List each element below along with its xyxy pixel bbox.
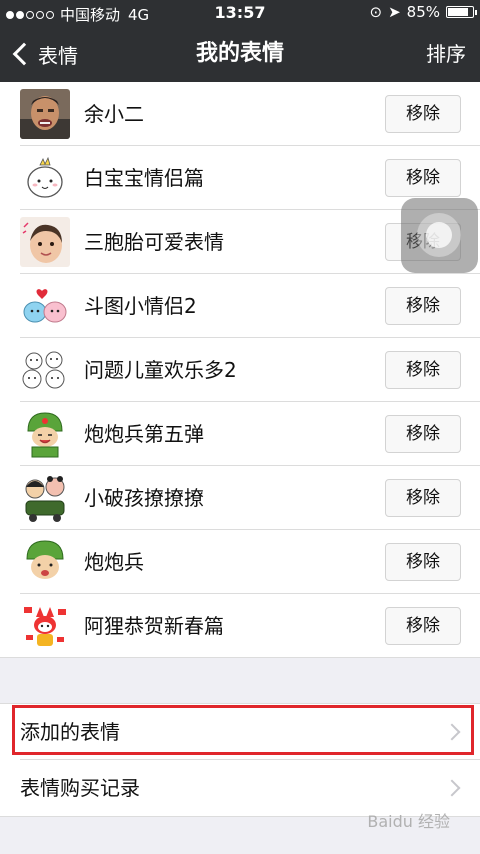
emoji-pack-name: 阿狸恭贺新春篇 [84,614,224,638]
remove-button[interactable]: 移除 [385,287,461,325]
location-icon: ➤ [388,3,401,21]
highlight-box [12,705,474,755]
emoji-pack-list: 余小二 移除 白宝宝情侣篇 移除 三胞胎可爱表情 斗图小情侣2 移除 问题儿童欢… [0,82,480,658]
emoji-pack-thumbnail [20,153,70,203]
remove-button[interactable]: 移除 [385,95,461,133]
rotation-lock-icon: ⊙ [369,3,383,21]
emoji-pack-thumbnail [20,89,70,139]
emoji-pack-row: 斗图小情侣2 移除 [0,274,480,338]
remove-button[interactable]: 移除 [385,543,461,581]
emoji-pack-thumbnail [20,473,70,523]
emoji-pack-name: 小破孩撩撩撩 [84,486,204,510]
emoji-pack-name: 问题儿童欢乐多2 [84,358,237,382]
purchase-history-label: 表情购买记录 [20,776,140,800]
emoji-pack-row: 炮炮兵第五弹 移除 [0,402,480,466]
remove-button[interactable]: 移除 [385,479,461,517]
emoji-pack-thumbnail [20,345,70,395]
emoji-pack-row: 炮炮兵 移除 [0,530,480,594]
sort-button[interactable]: 排序 [426,26,466,82]
navigation-bar: 表情 我的表情 排序 [0,26,480,82]
remove-button[interactable]: 移除 [385,415,461,453]
status-bar: 中国移动 4G 13:57 ⊙ ➤ 85% [0,0,480,26]
emoji-pack-name: 炮炮兵 [84,550,144,574]
page-title: 我的表情 [195,41,284,66]
remove-button[interactable]: 移除 [385,351,461,389]
emoji-pack-row: 阿狸恭贺新春篇 移除 [0,594,480,658]
emoji-pack-thumbnail [20,281,70,331]
emoji-pack-thumbnail [20,409,70,459]
remove-button[interactable]: 移除 [385,159,461,197]
assistive-touch-ring-icon [417,213,461,257]
emoji-pack-name: 白宝宝情侣篇 [84,166,204,190]
battery-icon [446,6,477,18]
assistive-touch-button[interactable] [401,198,478,273]
emoji-pack-name: 斗图小情侣2 [84,294,197,318]
remove-button[interactable]: 移除 [385,607,461,645]
emoji-pack-name: 余小二 [84,102,144,126]
chevron-right-icon [443,779,461,797]
emoji-pack-name: 三胞胎可爱表情 [84,230,224,254]
emoji-pack-thumbnail [20,537,70,587]
battery-percent: 85% [406,3,440,21]
emoji-pack-row: 问题儿童欢乐多2 移除 [0,338,480,402]
watermark-text: Baidu 经验 [367,812,450,831]
emoji-pack-thumbnail [20,217,70,267]
emoji-pack-name: 炮炮兵第五弹 [84,422,204,446]
emoji-pack-row: 余小二 移除 [0,82,480,146]
emoji-pack-row: 小破孩撩撩撩 移除 [0,466,480,530]
emoji-pack-thumbnail [20,601,70,651]
status-right: ⊙ ➤ 85% [369,3,477,21]
